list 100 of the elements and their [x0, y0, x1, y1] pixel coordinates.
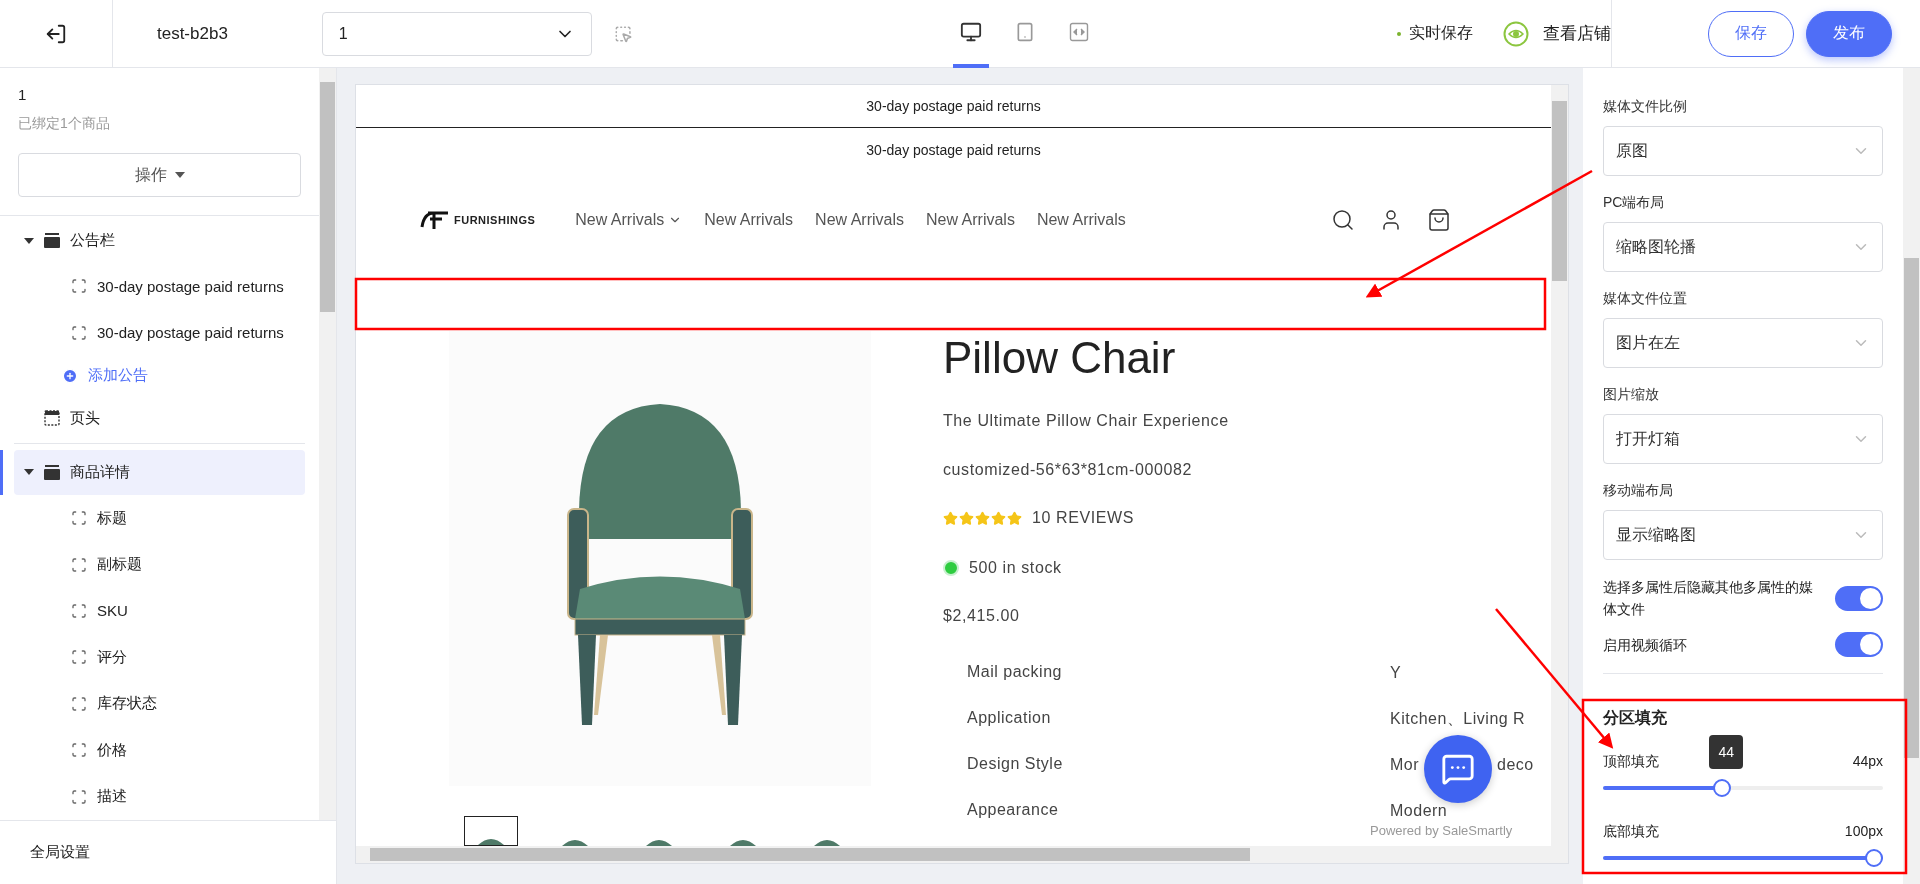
folder-icon [44, 464, 60, 480]
eye-icon [1502, 20, 1529, 47]
chat-bubble-icon [1441, 752, 1475, 786]
view-store-link[interactable]: 查看店铺 [1502, 20, 1611, 47]
tree-item[interactable]: 价格 [14, 727, 305, 774]
slider[interactable] [1603, 849, 1883, 867]
select-field[interactable]: 缩略图轮播 [1603, 222, 1883, 272]
spec-value: deco [1497, 755, 1534, 775]
search-icon[interactable] [1331, 207, 1355, 232]
horizontal-scrollbar[interactable] [356, 846, 1551, 863]
chat-button[interactable] [1424, 735, 1492, 803]
field-label: 图片缩放 [1603, 386, 1660, 404]
slider[interactable] [1603, 779, 1883, 797]
nav-link[interactable]: New Arrivals [1036, 210, 1126, 229]
toggle-label: 选择多属性后隐藏其他多属性的媒体文件 [1603, 578, 1813, 619]
slider-label: 底部填充 [1603, 823, 1659, 841]
field-label: PC端布局 [1603, 194, 1666, 212]
global-settings-item[interactable]: 全局设置 [0, 820, 336, 884]
field-label: 媒体文件比例 [1603, 98, 1688, 116]
slider-value: 44px [1852, 753, 1883, 771]
exit-icon[interactable] [45, 22, 67, 45]
tree-item[interactable]: 公告栏 [14, 218, 305, 263]
publish-button[interactable]: 发布 [1806, 10, 1892, 57]
nav-link[interactable]: New Arrivals [704, 210, 794, 229]
spec-label: Mail packing [967, 663, 1063, 682]
spec-label: Application [967, 709, 1052, 728]
dashed-frame-icon [71, 556, 87, 573]
slider-value: 100px [1844, 823, 1883, 841]
slider-handle[interactable] [1865, 849, 1883, 867]
tree-item[interactable]: 页头 [14, 395, 305, 441]
announcement-text: 30-day postage paid returns [356, 85, 1551, 128]
nav-link[interactable]: New Arrivals [815, 210, 904, 229]
bound-products-text: 已绑定1个商品 [18, 115, 111, 133]
slider-tooltip: 44 [1709, 735, 1744, 769]
slider-label: 顶部填充 [1603, 753, 1659, 771]
slider-handle[interactable] [1713, 779, 1732, 797]
spec-value: Mor [1390, 755, 1420, 775]
spec-value: Kitchen、Living R [1390, 709, 1526, 729]
selection-indicator [0, 449, 3, 495]
scrollbar[interactable] [1903, 68, 1920, 884]
page-name: 1 [18, 86, 28, 103]
product-price: $2,415.00 [943, 607, 1021, 625]
toggle-switch[interactable] [1835, 632, 1883, 657]
tree-item[interactable]: 副标题 [14, 541, 305, 588]
toggle-switch[interactable] [1835, 585, 1883, 611]
tree-item[interactable]: 描述 [14, 773, 305, 820]
select-field[interactable]: 图片在左 [1603, 318, 1883, 368]
tree-item[interactable]: 标题 [14, 494, 305, 542]
select-element-icon[interactable] [614, 23, 633, 44]
tree-item[interactable]: SKU [14, 587, 305, 635]
tree-item[interactable]: 30-day postage paid returns [14, 263, 305, 310]
spec-value: Modern [1390, 801, 1448, 821]
select-field[interactable]: 显示缩略图 [1603, 510, 1883, 560]
scrollbar[interactable] [1551, 85, 1568, 863]
field-label: 媒体文件位置 [1603, 290, 1688, 308]
dashed-frame-icon [71, 695, 87, 712]
action-button[interactable]: 操作 [18, 153, 301, 197]
save-button[interactable]: 保存 [1708, 10, 1794, 57]
spec-value: Y [1390, 663, 1402, 683]
store-logo: FURNISHINGS [420, 208, 536, 231]
review-count[interactable]: 10 REVIEWS [1032, 509, 1135, 527]
tree-item[interactable]: 30-day postage paid returns [14, 309, 305, 356]
spec-label: Design Style [967, 755, 1064, 774]
powered-by-text: Powered by SaleSmartly [1370, 823, 1513, 838]
section-title: 分区填充 [1603, 708, 1668, 728]
nav-link[interactable]: New Arrivals [575, 210, 683, 229]
project-name: test-b2b3 [156, 23, 229, 44]
select-field[interactable]: 原图 [1603, 126, 1883, 176]
spec-label: Appearance [967, 801, 1060, 820]
dashed-frame-icon [71, 278, 87, 295]
product-sku: customized-56*63*81cm-000082 [943, 461, 1193, 479]
dashed-frame-icon [71, 742, 87, 759]
resize-icon [1068, 21, 1089, 42]
dashed-frame-icon [71, 510, 87, 527]
monitor-icon [959, 20, 982, 43]
autosave-status: 实时保存 [1396, 23, 1473, 44]
toggle-label: 启用视频循环 [1603, 635, 1688, 655]
tree-item[interactable]: 评分 [14, 634, 305, 681]
nav-link[interactable]: New Arrivals [926, 210, 1015, 229]
header-icon [44, 410, 60, 427]
add-announcement-link[interactable]: 添加公告 [62, 355, 319, 396]
folder-icon [44, 233, 60, 248]
product-title: Pillow Chair [943, 334, 1177, 382]
page-select[interactable]: 1 [321, 11, 593, 56]
dashed-frame-icon [71, 649, 87, 666]
caret-icon [174, 172, 185, 178]
plus-icon [62, 367, 78, 384]
thumbnail[interactable] [464, 816, 518, 846]
announcement-text: 30-day postage paid returns [865, 140, 1042, 160]
select-field[interactable]: 打开灯箱 [1603, 414, 1883, 464]
product-subtitle: The Ultimate Pillow Chair Experience [943, 412, 1230, 430]
stock-text: 500 in stock [969, 559, 1062, 577]
tree-item[interactable]: 库存状态 [14, 680, 305, 728]
field-label: 移动端布局 [1603, 482, 1674, 500]
dashed-frame-icon [71, 788, 87, 805]
tree-item[interactable]: 商品详情 [14, 449, 305, 495]
dashed-frame-icon [71, 324, 87, 341]
bag-icon[interactable] [1427, 207, 1451, 232]
dashed-frame-icon [71, 602, 87, 619]
scrollbar[interactable] [319, 68, 336, 820]
